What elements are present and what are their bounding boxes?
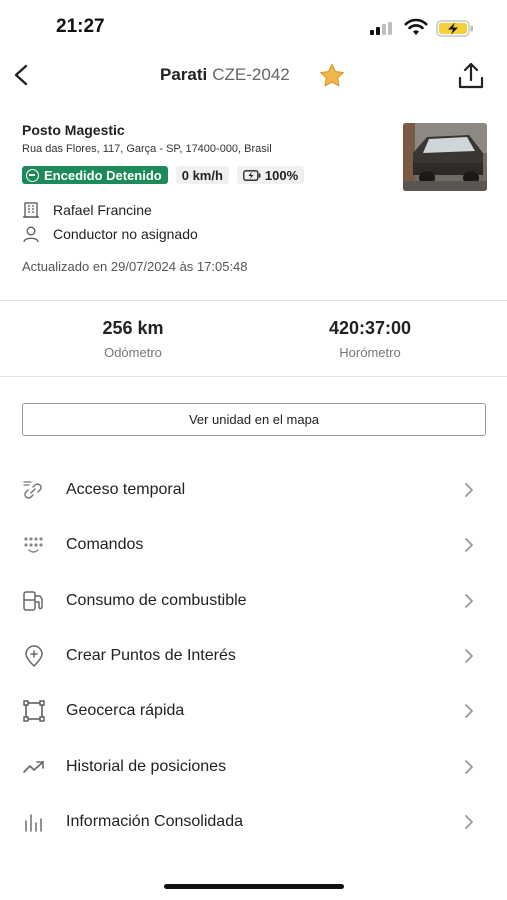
menu-item-commands[interactable]: Comandos xyxy=(0,520,507,570)
hourmeter-value: 420:37:00 xyxy=(328,318,412,338)
last-updated: Actualizado en 29/07/2024 às 17:05:48 xyxy=(22,259,248,274)
vehicle-photo[interactable] xyxy=(403,123,487,191)
chevron-right-icon xyxy=(465,483,473,497)
building-icon xyxy=(23,202,39,218)
odometer-value: 256 km xyxy=(102,318,164,338)
vehicle-name: Parati xyxy=(160,65,208,84)
menu-label: Consumo de combustible xyxy=(66,592,247,609)
menu-label: Historial de posiciones xyxy=(66,758,227,775)
speed-value: 0 km/h xyxy=(181,167,223,183)
status-time: 21:27 xyxy=(56,16,105,37)
location-name: Posto Magestic xyxy=(22,122,125,138)
chevron-right-icon xyxy=(465,704,473,718)
signal-icon xyxy=(370,22,396,35)
odometer-stat: 256 km Odómetro xyxy=(33,318,233,360)
battery-small-icon xyxy=(243,169,261,181)
bar-chart-icon xyxy=(25,814,42,832)
person-icon xyxy=(23,226,39,243)
menu-label: Comandos xyxy=(66,536,144,553)
menu-item-temporary-access[interactable]: Acceso temporal xyxy=(0,465,507,515)
status-bar: 21:27 xyxy=(0,0,507,48)
menu-label: Acceso temporal xyxy=(66,481,186,498)
divider xyxy=(0,376,507,377)
geofence-icon xyxy=(23,700,45,722)
odometer-label: Odómetro xyxy=(104,345,162,360)
minus-circle-icon xyxy=(26,168,39,182)
menu-label: Geocerca rápida xyxy=(66,702,185,719)
menu-label: Crear Puntos de Interés xyxy=(66,647,236,664)
chevron-right-icon xyxy=(465,760,473,774)
wifi-icon xyxy=(404,18,428,35)
divider xyxy=(0,300,507,301)
trending-icon xyxy=(23,761,44,773)
menu-item-create-poi[interactable]: Crear Puntos de Interés xyxy=(0,631,507,681)
engine-status-label: Encedido Detenido xyxy=(44,167,162,183)
map-pin-plus-icon xyxy=(25,645,43,667)
chevron-right-icon xyxy=(465,815,473,829)
chevron-right-icon xyxy=(465,538,473,552)
battery-charging-icon xyxy=(436,20,473,37)
fuel-icon xyxy=(23,591,43,611)
share-icon[interactable] xyxy=(455,60,487,92)
speed-chip: 0 km/h xyxy=(175,166,229,184)
hourmeter-stat: 420:37:00 Horómetro xyxy=(270,318,470,360)
location-address: Rua das Flores, 117, Garça - SP, 17400-0… xyxy=(22,143,272,155)
page-title: Parati CZE-2042 xyxy=(160,65,290,85)
menu-item-fuel-consumption[interactable]: Consumo de combustible xyxy=(0,576,507,626)
driver-name: Conductor no asignado xyxy=(53,226,198,242)
owner-name: Rafael Francine xyxy=(53,202,152,218)
menu-item-position-history[interactable]: Historial de posiciones xyxy=(0,742,507,792)
view-on-map-button[interactable]: Ver unidad en el mapa xyxy=(22,403,486,436)
status-row: Encedido Detenido 0 km/h 100% xyxy=(22,165,305,185)
chevron-right-icon xyxy=(465,649,473,663)
hourmeter-label: Horómetro xyxy=(339,345,401,360)
owner-row: Rafael Francine xyxy=(22,201,152,219)
keypad-icon xyxy=(24,537,43,553)
vehicle-plate: CZE-2042 xyxy=(212,65,290,84)
nav-bar: Parati CZE-2042 xyxy=(0,52,507,98)
menu-label: Información Consolidada xyxy=(66,813,243,830)
battery-value: 100% xyxy=(264,167,299,183)
menu-item-consolidated-info[interactable]: Información Consolidada xyxy=(0,797,507,847)
driver-row: Conductor no asignado xyxy=(22,225,198,243)
chevron-right-icon xyxy=(465,594,473,608)
menu-item-quick-geofence[interactable]: Geocerca rápida xyxy=(0,686,507,736)
star-icon[interactable] xyxy=(318,62,346,90)
battery-chip: 100% xyxy=(236,166,305,184)
home-indicator[interactable] xyxy=(164,884,344,889)
link-icon xyxy=(23,481,42,499)
engine-status-badge: Encedido Detenido xyxy=(22,166,168,184)
back-chevron-icon[interactable] xyxy=(8,60,36,90)
